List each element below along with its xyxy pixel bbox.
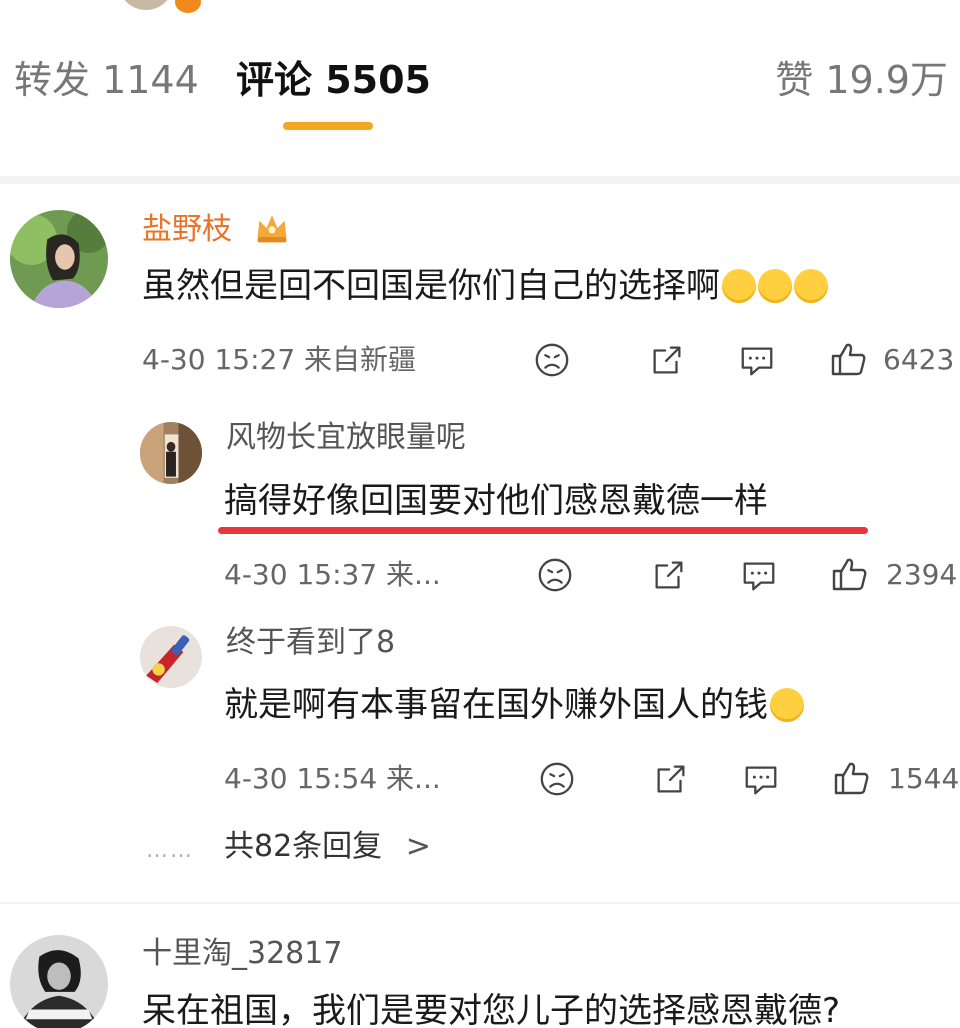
verified-badge-icon — [172, 0, 204, 16]
reply-meta: 4-30 15:54 来... — [224, 762, 441, 795]
comment-divider — [0, 902, 960, 904]
author-avatar[interactable] — [118, 0, 174, 10]
comment-text: 虽然但是回不回国是你们自己的选择啊 — [142, 265, 828, 307]
thumbs-up-icon[interactable] — [829, 339, 869, 379]
reply-username[interactable]: 风物长宜放眼量呢 — [226, 420, 466, 456]
laugh-tears-emoji-icon — [794, 269, 828, 303]
chevron-right-icon: > — [405, 829, 431, 864]
tab-bar: 转发 1144 评论 5505 赞 19.9万 — [0, 40, 960, 136]
like-count: 2394 — [886, 558, 958, 591]
reply-meta: 4-30 15:37 来... — [224, 558, 441, 591]
comment-page: 转发 1144 评论 5505 赞 19.9万 盐野枝 虽然但是回不回国是你们自… — [0, 0, 960, 1028]
laugh-tears-emoji-icon — [722, 269, 756, 303]
frown-face-icon[interactable] — [536, 556, 574, 594]
thumbs-up-icon[interactable] — [830, 554, 870, 594]
share-icon[interactable] — [650, 556, 688, 594]
tab-likes[interactable]: 赞 19.9万 — [775, 58, 948, 102]
comment-username[interactable]: 十里淘_32817 — [142, 936, 342, 972]
tab-repost[interactable]: 转发 1144 — [14, 58, 199, 102]
tab-comments[interactable]: 评论 5505 — [236, 58, 431, 102]
comment-bubble-icon[interactable] — [738, 341, 776, 379]
avatar[interactable] — [10, 210, 108, 308]
laugh-tears-emoji-icon — [758, 269, 792, 303]
reply-text: 就是啊有本事留在国外赚外国人的钱 — [224, 684, 804, 726]
comment-bubble-icon[interactable] — [740, 556, 778, 594]
share-icon[interactable] — [648, 341, 686, 379]
reply-text: 搞得好像回国要对他们感恩戴德一样 — [224, 481, 768, 521]
avatar[interactable] — [140, 626, 202, 688]
highlight-underline — [218, 527, 868, 534]
comment-bubble-icon[interactable] — [742, 760, 780, 798]
more-replies-dots: …… — [146, 838, 194, 863]
frown-face-icon[interactable] — [538, 760, 576, 798]
like-count: 1544 — [888, 762, 960, 795]
active-tab-indicator — [283, 122, 373, 130]
avatar[interactable] — [140, 422, 202, 484]
share-icon[interactable] — [652, 760, 690, 798]
more-replies-label: 共82条回复 — [224, 829, 383, 864]
smile-emoji-icon — [770, 688, 804, 722]
comment-meta: 4-30 15:27 来自新疆 — [142, 343, 417, 376]
avatar[interactable] — [10, 935, 108, 1028]
comment-text: 呆在祖国，我们是要对您儿子的选择感恩戴德? — [142, 991, 841, 1028]
comment-username[interactable]: 盐野枝 — [142, 212, 232, 248]
like-count: 6423 — [883, 343, 955, 376]
crown-badge-icon — [254, 210, 290, 246]
frown-face-icon[interactable] — [533, 341, 571, 379]
comment-text-content: 虽然但是回不回国是你们自己的选择啊 — [142, 266, 720, 306]
reply-username[interactable]: 终于看到了8 — [226, 625, 395, 661]
more-replies-link[interactable]: 共82条回复 > — [224, 828, 431, 866]
thumbs-up-icon[interactable] — [832, 758, 872, 798]
section-divider — [0, 176, 960, 184]
reply-text-content: 就是啊有本事留在国外赚外国人的钱 — [224, 685, 768, 725]
